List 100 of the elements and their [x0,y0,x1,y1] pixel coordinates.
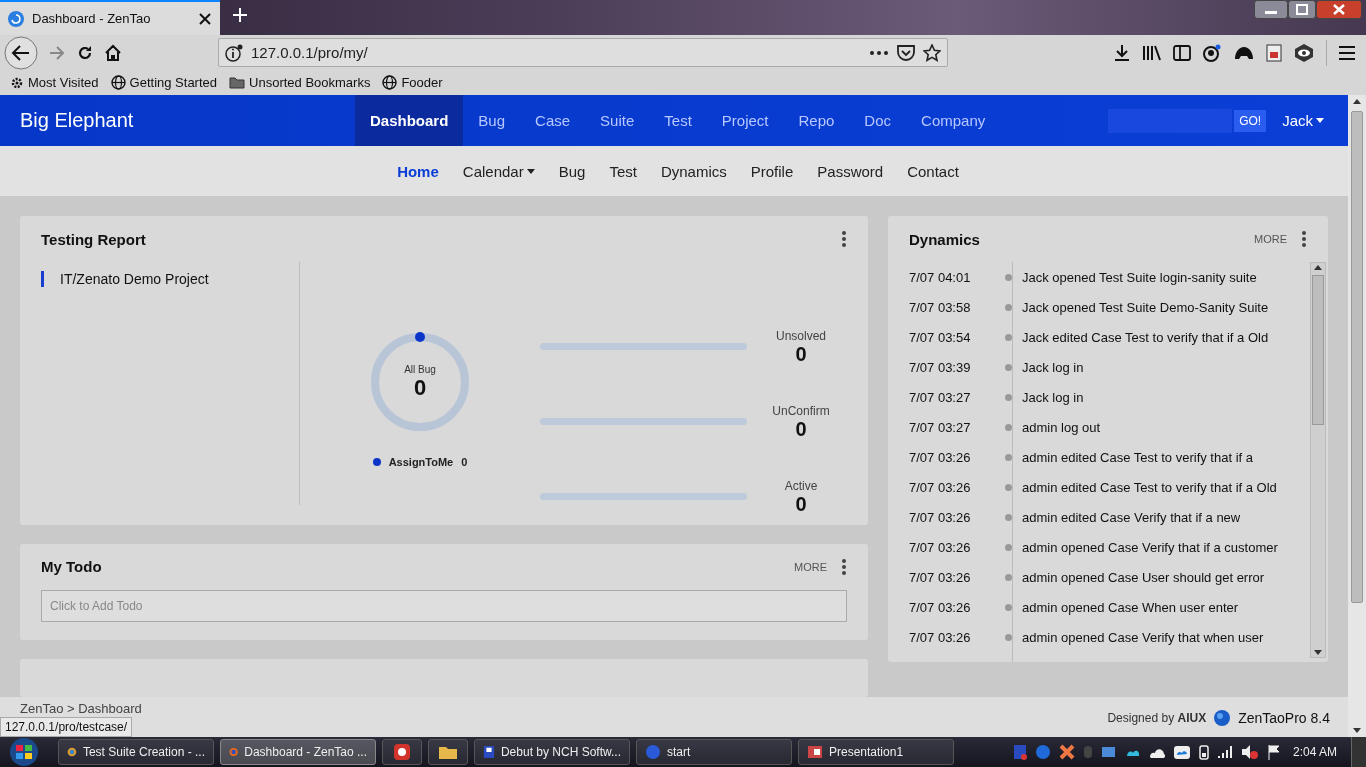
menu-icon[interactable] [1338,44,1356,61]
info-icon [225,43,243,62]
more-link[interactable]: MORE [794,560,827,573]
subnav-link[interactable]: Calendar [462,162,535,180]
event-text: admin opened Case When user enter [1022,599,1239,615]
record-icon [393,743,411,761]
nav-tab[interactable]: Case [520,95,586,146]
nav-tab[interactable]: Bug [463,95,521,146]
taskbar-item[interactable] [428,739,468,765]
kebab-menu-icon[interactable] [1301,230,1307,248]
event-text: admin edited Case Test to verify that if a Old [1022,479,1277,495]
star-icon[interactable] [923,43,941,62]
minimize-icon[interactable] [1254,0,1288,20]
go-button[interactable]: GO! [1234,109,1267,132]
battery-icon [1198,744,1209,760]
more-icon[interactable] [869,49,889,56]
card-title: Dynamics [909,230,981,248]
taskbar-item[interactable]: Presentation1 [798,739,954,765]
browser-tab[interactable]: Dashboard - ZenTao [0,0,220,35]
event-text: Jack log in [1022,359,1084,375]
globe-icon [382,75,398,90]
bookmark-link[interactable]: Most Visited [10,75,99,90]
download-icon[interactable] [1113,43,1131,62]
cloud-icon [1172,744,1191,760]
document-icon[interactable] [1266,43,1282,62]
taskbar-item[interactable] [382,739,422,765]
more-link[interactable]: MORE [1254,233,1287,245]
close-icon[interactable] [198,11,212,26]
nav-tab[interactable]: Suite [585,95,650,146]
library-icon[interactable] [1142,43,1162,62]
subnav-link[interactable]: Profile [750,162,794,180]
scrollbar[interactable] [1348,95,1366,737]
search-field[interactable] [1108,108,1233,133]
timeline-dot [1005,483,1012,491]
nav-tab[interactable]: Company [906,95,1001,146]
event-time: 7/07 03:27 [909,389,972,405]
subnav-link[interactable]: Test [609,162,637,180]
kebab-menu-icon[interactable] [841,557,847,576]
taskbar-item[interactable]: Debut by NCH Softw... [474,739,630,765]
timeline-dot [1005,423,1012,431]
nav-tab[interactable]: Repo [783,95,850,146]
event-time: 7/07 03:26 [909,449,972,465]
event-time: 7/07 03:54 [909,329,972,345]
nav-tab[interactable]: Test [649,95,707,146]
kebab-menu-icon[interactable] [841,230,847,248]
credit-text: Designed by AIUX [1107,711,1207,725]
tray-globe-icon [1034,744,1051,760]
bookmark-link[interactable]: Getting Started [110,75,218,90]
home-icon[interactable] [104,43,122,62]
bar-value: 0 [795,418,807,441]
user-menu[interactable]: Jack [1282,112,1324,129]
taskbar-item[interactable]: Dashboard - ZenTao ... [220,739,376,765]
nav-tab[interactable]: Dashboard [355,95,464,146]
subnav-link[interactable]: Bug [558,162,586,180]
event-time: 7/07 03:26 [909,539,972,555]
legend-value: 0 [461,456,468,468]
event-text: admin edited Case Test to verify that if a [1022,449,1253,465]
back-icon[interactable] [4,35,38,70]
subnav-link[interactable]: Password [817,162,884,180]
address-bar[interactable]: 127.0.0.1/pro/my/ [218,38,948,67]
event-time: 7/07 03:26 [909,569,972,585]
nav-tab[interactable]: Project [706,95,784,146]
maximize-icon[interactable] [1288,0,1316,20]
caret-icon [1316,118,1324,123]
todo-field[interactable]: Click to Add Todo [41,589,847,622]
event-time: 7/07 03:39 [909,359,972,375]
bookmark-link[interactable]: Unsorted Bookmarks [229,75,371,90]
tray-app-icon [1082,744,1093,760]
globe-icon [110,75,126,90]
app-brand[interactable]: Big Elephant [20,109,355,132]
chart-label: All Bug [404,363,436,375]
pocket-icon[interactable] [897,44,915,61]
bar-label: UnConfirm [772,404,830,418]
scrollbar[interactable] [1310,262,1326,658]
timeline-dot [1005,603,1012,611]
project-item[interactable]: IT/Zenato Demo Project [41,271,209,287]
account-icon[interactable] [1202,43,1222,62]
sidebar-icon[interactable] [1173,44,1191,61]
event-text: admin opened Case Verify that when user [1022,629,1264,645]
subnav-link[interactable]: Contact [907,162,959,180]
slides-icon [807,744,823,760]
subnav-link[interactable]: Dynamics [660,162,727,180]
taskbar-item[interactable]: start [636,739,792,765]
eye-icon[interactable] [1293,42,1315,63]
timeline-dot [1005,363,1012,371]
volume-muted-icon [1240,744,1259,760]
bar-label: Active [784,479,818,493]
folder-icon [229,76,246,89]
taskbar-item[interactable]: Test Suite Creation - ... [58,739,214,765]
legend-dot-icon [372,458,381,466]
event-time: 7/07 03:27 [909,419,972,435]
event-text: admin opened Case Verify that if a customer [1022,539,1278,555]
nav-tab[interactable]: Doc [849,95,907,146]
event-text: admin log out [1022,419,1101,435]
plus-icon[interactable] [232,7,248,23]
timeline-dot [1005,453,1012,461]
close-icon[interactable] [1316,0,1362,20]
subnav-link[interactable]: Home [397,162,439,180]
timeline-dot [1005,573,1012,581]
bookmark-link[interactable]: Fooder [382,75,443,90]
